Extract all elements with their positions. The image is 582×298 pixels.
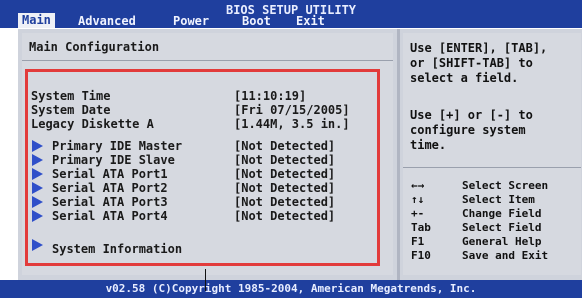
key-desc-change-field: Change Field [462, 207, 542, 220]
callout-line [205, 269, 206, 291]
key-desc-select-screen: Select Screen [462, 179, 549, 192]
help-text-line: Use [+] or [-] to [410, 108, 533, 122]
left-right-arrow-icon: ←→ [411, 179, 425, 192]
tab-exit[interactable]: Exit [296, 14, 325, 28]
key-f1: F1 [411, 235, 425, 248]
tab-main[interactable]: Main [18, 13, 55, 28]
bios-screen: BIOS SETUP UTILITY Main Advanced Power B… [0, 0, 582, 298]
help-text-line: Use [ENTER], [TAB], [410, 41, 548, 55]
key-tab: Tab [411, 221, 431, 234]
help-text-line: configure system [410, 123, 526, 137]
key-desc-general-help: General Help [462, 235, 542, 248]
up-down-arrow-icon: ↑↓ [411, 193, 425, 206]
key-desc-select-item: Select Item [462, 193, 535, 206]
help-text-line: select a field. [410, 71, 519, 85]
copyright-text: v02.58 (C)Copyright 1985-2004, American … [105, 282, 477, 295]
highlight-box [25, 69, 380, 266]
key-desc-select-field: Select Field [462, 221, 542, 234]
help-text-line: time. [410, 138, 447, 152]
help-text-line: or [SHIFT-TAB] to [410, 56, 533, 70]
tab-advanced[interactable]: Advanced [78, 14, 136, 28]
key-f10: F10 [411, 249, 431, 262]
panel-divider [397, 29, 400, 280]
panel-title: Main Configuration [29, 40, 160, 54]
tab-boot[interactable]: Boot [242, 14, 271, 28]
key-desc-save-and-exit: Save and Exit [462, 249, 549, 262]
help-divider [403, 167, 581, 168]
tab-power[interactable]: Power [173, 14, 209, 28]
key-plus-minus: +- [411, 207, 425, 220]
title-divider [22, 60, 393, 61]
